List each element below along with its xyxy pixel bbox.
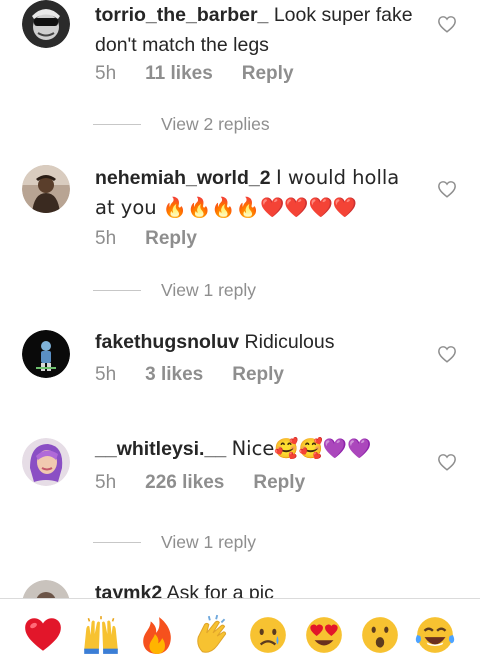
- comment-likes[interactable]: 226 likes: [145, 472, 224, 494]
- replies-divider-line: [93, 290, 141, 291]
- like-heart-icon[interactable]: [436, 13, 458, 35]
- view-replies-toggle[interactable]: View 2 replies: [93, 114, 270, 135]
- comment-body: torrio_the_barber_ Look super fake don't…: [95, 0, 425, 60]
- like-heart-icon[interactable]: [436, 178, 458, 200]
- view-replies-label[interactable]: View 1 reply: [161, 532, 256, 553]
- comment-time: 5h: [95, 63, 117, 84]
- like-heart-icon[interactable]: [436, 451, 458, 473]
- reply-button[interactable]: Reply: [242, 63, 294, 85]
- comment-meta: 5h 226 likes Reply: [95, 472, 305, 494]
- view-replies-label[interactable]: View 1 reply: [161, 280, 256, 301]
- comment-meta: 5h 3 likes Reply: [95, 364, 284, 386]
- tears-of-joy-face-icon[interactable]: [413, 613, 457, 657]
- reply-button[interactable]: Reply: [232, 364, 284, 386]
- comment-body: fakethugsnoluv Ridiculous: [95, 327, 425, 357]
- comment-time: 5h: [95, 364, 117, 385]
- reply-button[interactable]: Reply: [253, 472, 305, 494]
- raising-hands-icon[interactable]: [79, 613, 123, 657]
- comment-likes[interactable]: 11 likes: [145, 63, 213, 85]
- comment-time: 5h: [95, 228, 117, 249]
- comment-username[interactable]: __whitleysi.__: [95, 438, 226, 460]
- replies-divider-line: [93, 542, 141, 543]
- comment-username[interactable]: nehemiah_world_2: [95, 167, 271, 189]
- comment-meta: 5h Reply: [95, 228, 197, 250]
- comment-body: nehemiah_world_2 I would holla at you 🔥🔥…: [95, 163, 425, 223]
- comment-username[interactable]: fakethugsnoluv: [95, 331, 239, 353]
- comment-likes[interactable]: 3 likes: [145, 364, 203, 386]
- astonished-face-icon[interactable]: [358, 613, 402, 657]
- comments-screen: torrio_the_barber_ Look super fake don't…: [0, 0, 480, 669]
- red-heart-icon[interactable]: [21, 613, 65, 657]
- view-replies-label[interactable]: View 2 replies: [161, 114, 270, 135]
- replies-divider-line: [93, 124, 141, 125]
- view-replies-toggle[interactable]: View 1 reply: [93, 280, 256, 301]
- clapping-hands-icon[interactable]: [191, 613, 235, 657]
- comment-meta: 5h 11 likes Reply: [95, 63, 294, 85]
- heart-eyes-face-icon[interactable]: [302, 613, 346, 657]
- comment-body: __whitleysi.__ Nice🥰🥰💜💜: [95, 434, 425, 464]
- like-heart-icon[interactable]: [436, 343, 458, 365]
- avatar[interactable]: [22, 0, 70, 48]
- reply-button[interactable]: Reply: [145, 228, 197, 250]
- view-replies-toggle[interactable]: View 1 reply: [93, 532, 256, 553]
- avatar[interactable]: [22, 438, 70, 486]
- avatar[interactable]: [22, 165, 70, 213]
- avatar[interactable]: [22, 330, 70, 378]
- comment-text: Nice🥰🥰💜💜: [231, 437, 372, 460]
- comment-time: 5h: [95, 472, 117, 493]
- comment-username[interactable]: torrio_the_barber_: [95, 4, 268, 26]
- emoji-reaction-bar: [0, 598, 480, 669]
- crying-face-icon[interactable]: [246, 613, 290, 657]
- comment-text: Ridiculous: [244, 331, 335, 353]
- fire-icon[interactable]: [135, 613, 179, 657]
